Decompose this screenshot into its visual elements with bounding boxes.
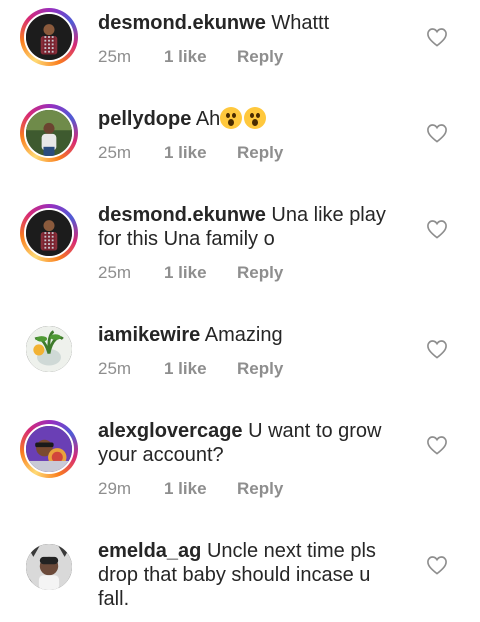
avatar-wrapper[interactable] xyxy=(20,320,78,378)
comment-likes[interactable]: 1 like xyxy=(164,479,237,499)
heart-outline-icon[interactable] xyxy=(426,339,448,359)
heart-outline-icon[interactable] xyxy=(426,435,448,455)
comment-meta: 25m 1 like Reply xyxy=(98,143,283,163)
story-ring[interactable] xyxy=(20,104,78,162)
avatar[interactable] xyxy=(24,12,74,62)
comment-text: desmond.ekunwe Whattt xyxy=(98,11,403,35)
comment-time: 25m xyxy=(98,263,132,282)
comment-username[interactable]: pellydope xyxy=(98,108,191,130)
comment-likes[interactable]: 1 like xyxy=(164,263,237,283)
comment-username[interactable]: alexglovercage xyxy=(98,420,243,442)
comment-username[interactable]: desmond.ekunwe xyxy=(98,204,266,226)
avatar[interactable] xyxy=(24,542,74,592)
heart-outline-icon[interactable] xyxy=(426,555,448,575)
heart-outline-icon[interactable] xyxy=(426,123,448,143)
avatar[interactable] xyxy=(24,324,74,374)
avatar[interactable] xyxy=(24,108,74,158)
reply-button[interactable]: Reply xyxy=(237,47,283,67)
comment-feed: desmond.ekunwe Whattt 25m 1 like Reply p… xyxy=(0,0,480,622)
comment-likes[interactable]: 1 like xyxy=(164,47,237,67)
comment-meta: 25m 1 like Reply xyxy=(98,263,283,283)
shocked-emoji xyxy=(220,107,268,130)
reply-button[interactable]: Reply xyxy=(237,479,283,499)
comment-text: emelda_ag Uncle next time pls drop that … xyxy=(98,539,403,611)
comment-time: 29m xyxy=(98,479,132,498)
reply-button[interactable]: Reply xyxy=(237,359,283,379)
comment-body: Whattt xyxy=(271,12,330,34)
avatar[interactable] xyxy=(24,208,74,258)
comment-username[interactable]: iamikewire xyxy=(98,324,200,346)
comment-likes[interactable]: 1 like xyxy=(164,359,237,379)
comment-body: Amazing xyxy=(204,324,283,346)
comment-meta: 25m 1 like Reply xyxy=(98,359,283,379)
comment-username[interactable]: desmond.ekunwe xyxy=(98,12,266,34)
comment-meta: 25m 1 like Reply xyxy=(98,47,283,67)
comment-text: pellydope Ah xyxy=(98,107,403,131)
heart-outline-icon[interactable] xyxy=(426,219,448,239)
comment-time: 25m xyxy=(98,359,132,378)
comment-text: alexglovercage U want to grow your accou… xyxy=(98,419,403,467)
comment-username[interactable]: emelda_ag xyxy=(98,540,201,562)
comment-likes[interactable]: 1 like xyxy=(164,143,237,163)
story-ring[interactable] xyxy=(20,420,78,478)
comment-text: iamikewire Amazing xyxy=(98,323,403,347)
comment-time: 25m xyxy=(98,47,132,66)
comment-body: Ah xyxy=(195,108,221,130)
avatar-wrapper[interactable] xyxy=(20,538,78,596)
story-ring[interactable] xyxy=(20,204,78,262)
comment-time: 25m xyxy=(98,143,132,162)
comment-text: desmond.ekunwe Una like play for this Un… xyxy=(98,203,403,251)
comment-meta: 29m 1 like Reply xyxy=(98,479,283,499)
story-ring[interactable] xyxy=(20,8,78,66)
reply-button[interactable]: Reply xyxy=(237,263,283,283)
reply-button[interactable]: Reply xyxy=(237,143,283,163)
heart-outline-icon[interactable] xyxy=(426,27,448,47)
avatar[interactable] xyxy=(24,424,74,474)
